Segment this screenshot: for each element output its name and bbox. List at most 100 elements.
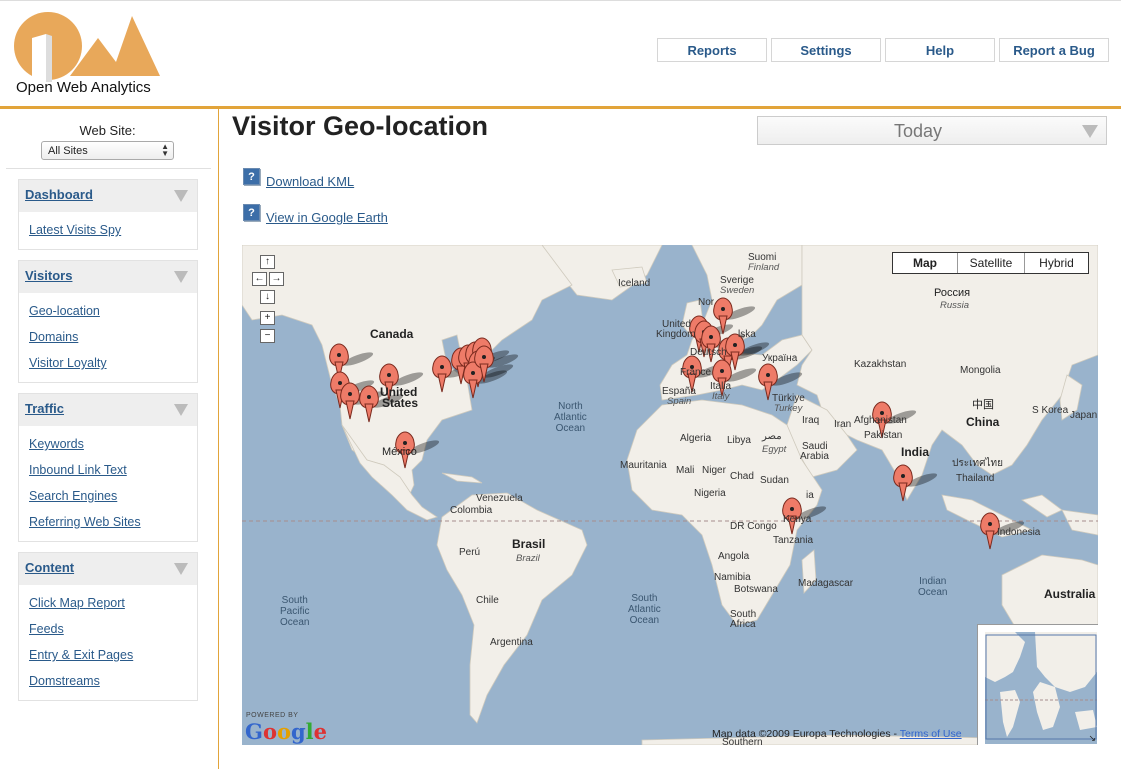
map-label: Pakistan [864,430,903,441]
sidebar-item-keywords[interactable]: Keywords [29,434,197,460]
site-select-value: All Sites [48,144,88,157]
map-label: Africa [730,619,756,630]
help-icon[interactable]: ? [243,204,260,221]
google-logo[interactable]: Google [245,719,327,744]
map-label: Kazakhstan [854,359,907,370]
powered-by-text: POWERED BY [246,712,299,719]
map-label: States [382,396,419,410]
overview-map[interactable]: ↘ [977,624,1098,745]
map-label: México [382,446,417,458]
reports-button[interactable]: Reports [657,38,767,62]
sidebar-item-entry-exit-pages[interactable]: Entry & Exit Pages [29,645,197,671]
zoom-in-button[interactable]: + [260,311,275,325]
nav-group-header: Visitors [19,261,197,293]
nav-group-title-traffic[interactable]: Traffic [25,401,64,416]
report-bug-button[interactable]: Report a Bug [999,38,1109,62]
overview-map-canvas [985,632,1097,744]
sidebar-item-domstreams[interactable]: Domstreams [29,671,197,697]
collapse-triangle-icon[interactable] [174,563,188,575]
sidebar-item-geo-location[interactable]: Geo-location [29,301,197,327]
pan-left-button[interactable]: ← [252,272,267,286]
map-label: India [901,445,930,459]
map-label: مصر [762,431,782,442]
help-button[interactable]: Help [885,38,995,62]
map-label: Iran [834,419,852,430]
sidebar-item-referring-web-sites[interactable]: Referring Web Sites [29,512,197,538]
top-border [0,0,1121,1]
map-label: Indonesia [997,527,1041,538]
download-kml-link[interactable]: Download KML [266,174,354,189]
pan-right-button[interactable]: → [269,272,284,286]
ocean-label: Indian Ocean [918,576,948,598]
map-label: Nigeria [694,488,726,499]
site-select[interactable]: All Sites ▲ ▼ [41,141,174,160]
period-value: Today [893,121,943,141]
map-label: Russia [940,300,970,311]
sidebar-item-click-map-report[interactable]: Click Map Report [29,593,197,619]
geo-map[interactable]: Canada United States México Iceland Suom… [242,245,1098,745]
map-type-satellite-button[interactable]: Satellite [957,253,1024,273]
map-label: Kingdom [656,329,696,340]
ocean-label: South Pacific Ocean [280,595,310,628]
map-label: Japan [1070,410,1098,421]
collapse-triangle-icon[interactable] [174,404,188,416]
sidebar-item-feeds[interactable]: Feeds [29,619,197,645]
map-label: Arabia [800,451,829,462]
map-label: Kenya [783,514,812,525]
map-type-hybrid-button[interactable]: Hybrid [1024,253,1088,273]
map-label: Egypt [762,444,787,455]
sidebar-item-domains[interactable]: Domains [29,327,197,353]
nav-group-traffic: Traffic Keywords Inbound Link Text Searc… [18,393,198,542]
map-label: China [966,415,1000,429]
map-label: Canada [370,327,414,341]
dropdown-triangle-icon[interactable] [1082,125,1098,138]
map-label: Italy [712,391,730,402]
view-google-earth-link[interactable]: View in Google Earth [266,210,388,225]
nav-group-title-visitors[interactable]: Visitors [25,268,72,283]
map-label: Niger [702,465,726,476]
map-label: Mauritania [620,460,667,471]
map-label: DR Congo [730,521,777,532]
map-copyright: Map data ©2009 Europa Technologies - Ter… [712,728,962,740]
nav-group-title-dashboard[interactable]: Dashboard [25,187,93,202]
map-label: Nor [698,297,715,308]
map-label: Argentina [490,637,533,648]
nav-group-title-content[interactable]: Content [25,560,74,575]
map-label: Brazil [516,553,540,564]
sidebar-item-latest-visits-spy[interactable]: Latest Visits Spy [29,220,197,246]
map-label: Finland [748,262,780,273]
collapse-triangle-icon[interactable] [174,190,188,202]
sidebar-item-search-engines[interactable]: Search Engines [29,486,197,512]
help-icon[interactable]: ? [243,168,260,185]
map-label: Chad [730,471,754,482]
nav-group-content: Content Click Map Report Feeds Entry & E… [18,552,198,701]
sidebar-item-inbound-link-text[interactable]: Inbound Link Text [29,460,197,486]
nav-group-visitors: Visitors Geo-location Domains Visitor Lo… [18,260,198,383]
map-label: Sweden [720,285,755,296]
nav-group-header: Dashboard [19,180,197,212]
map-label: Deutsch [690,347,727,358]
map-label: Mongolia [960,365,1001,376]
nav-group-header: Traffic [19,394,197,426]
collapse-triangle-icon[interactable] [174,271,188,283]
select-arrows-icon: ▲ ▼ [161,142,169,158]
map-type-selector: Map Satellite Hybrid [892,252,1089,274]
map-label: Россия [934,287,971,299]
map-type-map-button[interactable]: Map [893,253,957,273]
map-label: Spain [667,396,692,407]
terms-of-use-link[interactable]: Terms of Use [900,728,962,740]
map-label: France [680,367,712,378]
sidebar-item-visitor-loyalty[interactable]: Visitor Loyalty [29,353,197,379]
overview-toggle-icon[interactable]: ↘ [1088,733,1096,744]
pan-up-button[interactable]: ↑ [260,255,275,269]
map-label: Namibia [714,572,751,583]
map-label: 中国 [972,399,994,411]
pan-down-button[interactable]: ↓ [260,290,275,304]
zoom-out-button[interactable]: − [260,329,275,343]
map-label: Mali [676,465,695,476]
settings-button[interactable]: Settings [771,38,881,62]
map-label: Brasil [512,537,546,551]
map-label: Chile [476,595,499,606]
period-select[interactable]: Today [757,116,1107,145]
copyright-text: Map data ©2009 Europa Technologies - [712,728,898,740]
